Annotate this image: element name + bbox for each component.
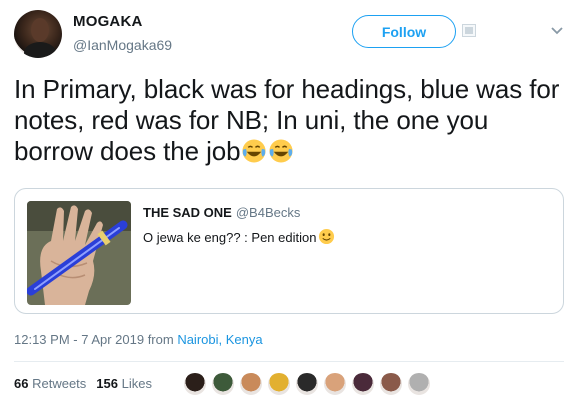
liker-avatar[interactable] [323, 372, 347, 396]
slightly-smiling-face-icon [319, 228, 335, 245]
chevron-down-icon[interactable] [550, 24, 564, 38]
likes-stat[interactable]: 156 Likes [96, 376, 152, 391]
quoted-tweet-text-row: O jewa ke eng?? : Pen edition [143, 228, 335, 245]
divider [14, 361, 564, 362]
author-avatar[interactable] [14, 10, 62, 58]
likes-count: 156 [96, 376, 118, 391]
liker-avatars [183, 372, 435, 396]
likes-label: Likes [121, 376, 152, 391]
retweets-stat[interactable]: 66 Retweets [14, 376, 86, 391]
tweet-header: MOGAKA @IanMogaka69 Follow [14, 10, 564, 60]
liker-avatar[interactable] [379, 372, 403, 396]
liker-avatar[interactable] [239, 372, 263, 396]
tears-of-joy-emoji-icon [269, 139, 294, 163]
quoted-author-handle: @B4Becks [235, 205, 301, 220]
quoted-tweet-card[interactable]: THE SAD ONE @B4Becks O jewa ke eng?? : Pe… [14, 188, 564, 314]
quoted-author[interactable]: THE SAD ONE @B4Becks [143, 205, 300, 220]
quoted-tweet-text: O jewa ke eng?? : Pen edition [143, 230, 317, 245]
author-handle[interactable]: @IanMogaka69 [73, 37, 172, 53]
liker-avatar[interactable] [183, 372, 207, 396]
avatar-shirt [24, 42, 56, 58]
tears-of-joy-emoji-icon [242, 139, 267, 163]
liker-avatar[interactable] [407, 372, 431, 396]
author-name[interactable]: MOGAKA [73, 13, 143, 30]
liker-avatar[interactable] [295, 372, 319, 396]
tweet-body: In Primary, black was for headings, blue… [14, 74, 564, 167]
quoted-author-name: THE SAD ONE [143, 205, 232, 220]
sponsor-image-icon [462, 24, 476, 37]
liker-avatar[interactable] [267, 372, 291, 396]
tweet-timestamp[interactable]: 12:13 PM - 7 Apr 2019 from [14, 332, 177, 347]
liker-avatar[interactable] [351, 372, 375, 396]
hand-holding-pen-image[interactable] [27, 201, 131, 305]
tweet-location-link[interactable]: Nairobi, Kenya [177, 332, 262, 347]
liker-avatar[interactable] [211, 372, 235, 396]
tweet-metadata: 12:13 PM - 7 Apr 2019 from Nairobi, Keny… [14, 332, 263, 347]
engagement-stats: 66 Retweets 156 Likes [14, 376, 152, 391]
follow-button[interactable]: Follow [352, 15, 456, 48]
avatar-face [31, 18, 49, 42]
retweets-count: 66 [14, 376, 29, 391]
retweets-label: Retweets [32, 376, 87, 391]
